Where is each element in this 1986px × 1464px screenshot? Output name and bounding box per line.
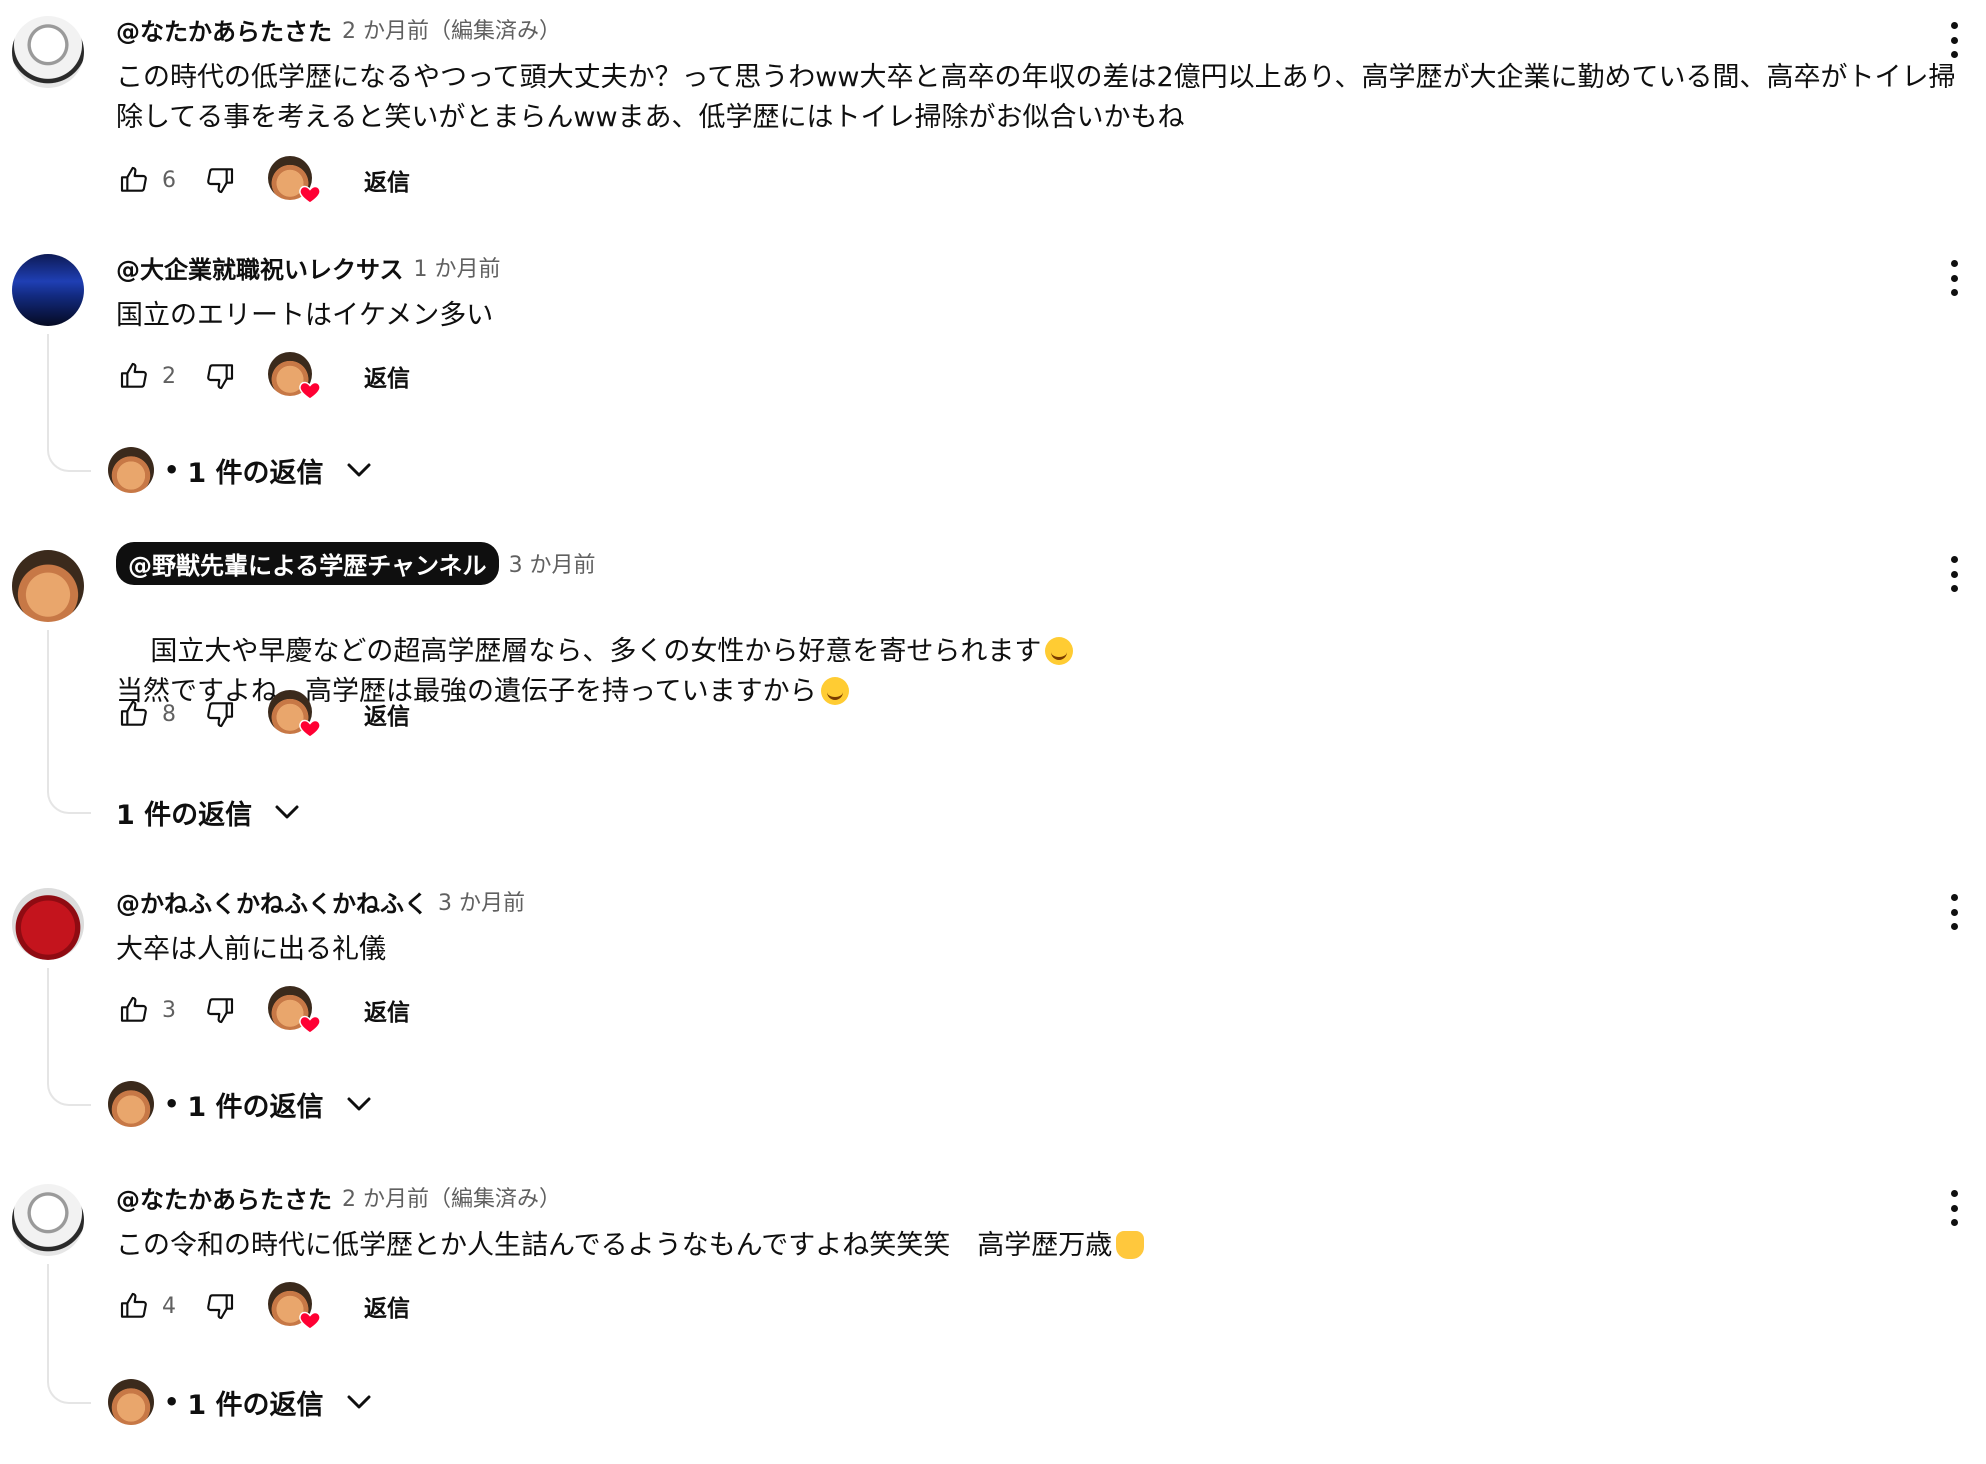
comment-thread: @野獣先輩による学歴チャンネル 3 か月前 国立大や早慶などの超高学歴層なら、多…	[0, 541, 1986, 836]
view-replies-button[interactable]: 1 件の返信	[116, 788, 302, 836]
creator-heart	[268, 154, 320, 206]
comment-author[interactable]: @かねふくかねふくかねふく	[116, 884, 428, 919]
like-icon[interactable]	[116, 1288, 152, 1324]
like-icon[interactable]	[116, 992, 152, 1028]
like-count: 6	[162, 167, 176, 193]
comment-header: @かねふくかねふくかねふく 3 か月前	[116, 884, 525, 918]
avatar[interactable]	[12, 1184, 84, 1256]
like-count: 8	[162, 701, 176, 727]
comment-text: 国立のエリートはイケメン多い	[116, 300, 494, 331]
like-count: 2	[162, 363, 176, 389]
comment-thread: @大企業就職祝いレクサス 1 か月前 国立のエリートはイケメン多い 2 返信 •…	[0, 250, 1986, 500]
comment-actions: 8 返信	[116, 688, 410, 740]
comment-actions: 6 返信	[116, 154, 410, 206]
view-replies-button[interactable]: • 1 件の返信	[108, 1378, 374, 1426]
comment-actions: 2 返信	[116, 350, 410, 402]
like-icon[interactable]	[116, 696, 152, 732]
heart-icon	[298, 716, 322, 740]
heart-icon	[298, 1012, 322, 1036]
comment-time[interactable]: 3 か月前	[438, 885, 525, 917]
comment-header: @なたかあらたさた 2 か月前（編集済み）	[116, 1180, 561, 1214]
replies-count: 1 件の返信	[187, 1091, 324, 1123]
more-vert-icon[interactable]	[1944, 22, 1964, 58]
view-replies-button[interactable]: • 1 件の返信	[108, 1080, 374, 1128]
avatar[interactable]	[12, 888, 84, 960]
comment-thread: @なたかあらたさた 2 か月前（編集済み） この時代の低学歴になるやつって頭大丈…	[0, 12, 1986, 212]
chevron-down-icon	[344, 1387, 374, 1417]
comment-thread: @かねふくかねふくかねふく 3 か月前 大卒は人前に出る礼儀 3 返信 • 1 …	[0, 884, 1986, 1134]
comment-actions: 3 返信	[116, 984, 410, 1036]
dislike-icon[interactable]	[202, 162, 238, 198]
raising-hands-emoji-icon	[1116, 1231, 1145, 1259]
thread-connector	[47, 630, 91, 814]
dislike-icon[interactable]	[202, 358, 238, 394]
comment-time[interactable]: 3 か月前	[509, 547, 596, 579]
reply-button[interactable]: 返信	[364, 993, 410, 1027]
chevron-down-icon	[272, 797, 302, 827]
reply-button[interactable]: 返信	[364, 359, 410, 393]
dislike-icon[interactable]	[202, 696, 238, 732]
smile-emoji-icon	[820, 677, 849, 705]
comment-header: @野獣先輩による学歴チャンネル 3 か月前	[116, 541, 596, 585]
replies-count: 1 件の返信	[187, 457, 324, 489]
heart-icon	[298, 378, 322, 402]
channel-owner-badge[interactable]: @野獣先輩による学歴チャンネル	[116, 541, 499, 585]
comment-text: この令和の時代に低学歴とか人生詰んでるようなもんですよね笑笑笑 高学歴万歳	[116, 1226, 1976, 1266]
comment-time[interactable]: 1 か月前	[414, 251, 501, 283]
comment-time[interactable]: 2 か月前（編集済み）	[342, 1181, 561, 1213]
avatar[interactable]	[12, 254, 84, 326]
comment-header: @なたかあらたさた 2 か月前（編集済み）	[116, 12, 561, 46]
reply-button[interactable]: 返信	[364, 697, 410, 731]
replies-count: 1 件の返信	[116, 799, 253, 831]
creator-heart	[268, 984, 320, 1036]
creator-heart	[268, 688, 320, 740]
like-icon[interactable]	[116, 162, 152, 198]
comment-text: 大卒は人前に出る礼儀	[116, 934, 386, 965]
dislike-icon[interactable]	[202, 1288, 238, 1324]
dislike-icon[interactable]	[202, 992, 238, 1028]
more-vert-icon[interactable]	[1944, 260, 1964, 296]
view-replies-button[interactable]: • 1 件の返信	[108, 446, 374, 494]
heart-icon	[298, 1308, 322, 1332]
more-vert-icon[interactable]	[1944, 894, 1964, 930]
reply-avatar	[108, 447, 154, 493]
comment-text: この時代の低学歴になるやつって頭大丈夫か？って思うわww大卒と高卒の年収の差は2…	[116, 62, 1956, 133]
comment-time[interactable]: 2 か月前（編集済み）	[342, 13, 561, 45]
like-icon[interactable]	[116, 358, 152, 394]
reply-button[interactable]: 返信	[364, 163, 410, 197]
like-count: 3	[162, 997, 176, 1023]
comment-header: @大企業就職祝いレクサス 1 か月前	[116, 250, 501, 284]
thread-connector	[47, 1264, 91, 1404]
avatar[interactable]	[12, 550, 84, 622]
chevron-down-icon	[344, 455, 374, 485]
thread-connector	[47, 968, 91, 1106]
like-count: 4	[162, 1293, 176, 1319]
comment-text-line: この令和の時代に低学歴とか人生詰んでるようなもんですよね笑笑笑 高学歴万歳	[116, 1230, 1113, 1261]
replies-count: 1 件の返信	[187, 1389, 324, 1421]
creator-heart	[268, 350, 320, 402]
heart-icon	[298, 182, 322, 206]
smile-emoji-icon	[1045, 637, 1074, 665]
more-vert-icon[interactable]	[1944, 1190, 1964, 1226]
comment-author[interactable]: @大企業就職祝いレクサス	[116, 250, 404, 285]
comment-actions: 4 返信	[116, 1280, 410, 1332]
creator-heart	[268, 1280, 320, 1332]
thread-connector	[47, 334, 91, 472]
comment-author[interactable]: @なたかあらたさた	[116, 12, 332, 47]
comment-thread: @なたかあらたさた 2 か月前（編集済み） この令和の時代に低学歴とか人生詰んで…	[0, 1180, 1986, 1430]
chevron-down-icon	[344, 1089, 374, 1119]
comment-author[interactable]: @なたかあらたさた	[116, 1180, 332, 1215]
reply-avatar	[108, 1379, 154, 1425]
comment-text-line: 国立大や早慶などの超高学歴層なら、多くの女性から好意を寄せられます	[150, 636, 1042, 667]
avatar[interactable]	[12, 16, 84, 88]
reply-button[interactable]: 返信	[364, 1289, 410, 1323]
reply-avatar	[108, 1081, 154, 1127]
more-vert-icon[interactable]	[1944, 556, 1964, 592]
